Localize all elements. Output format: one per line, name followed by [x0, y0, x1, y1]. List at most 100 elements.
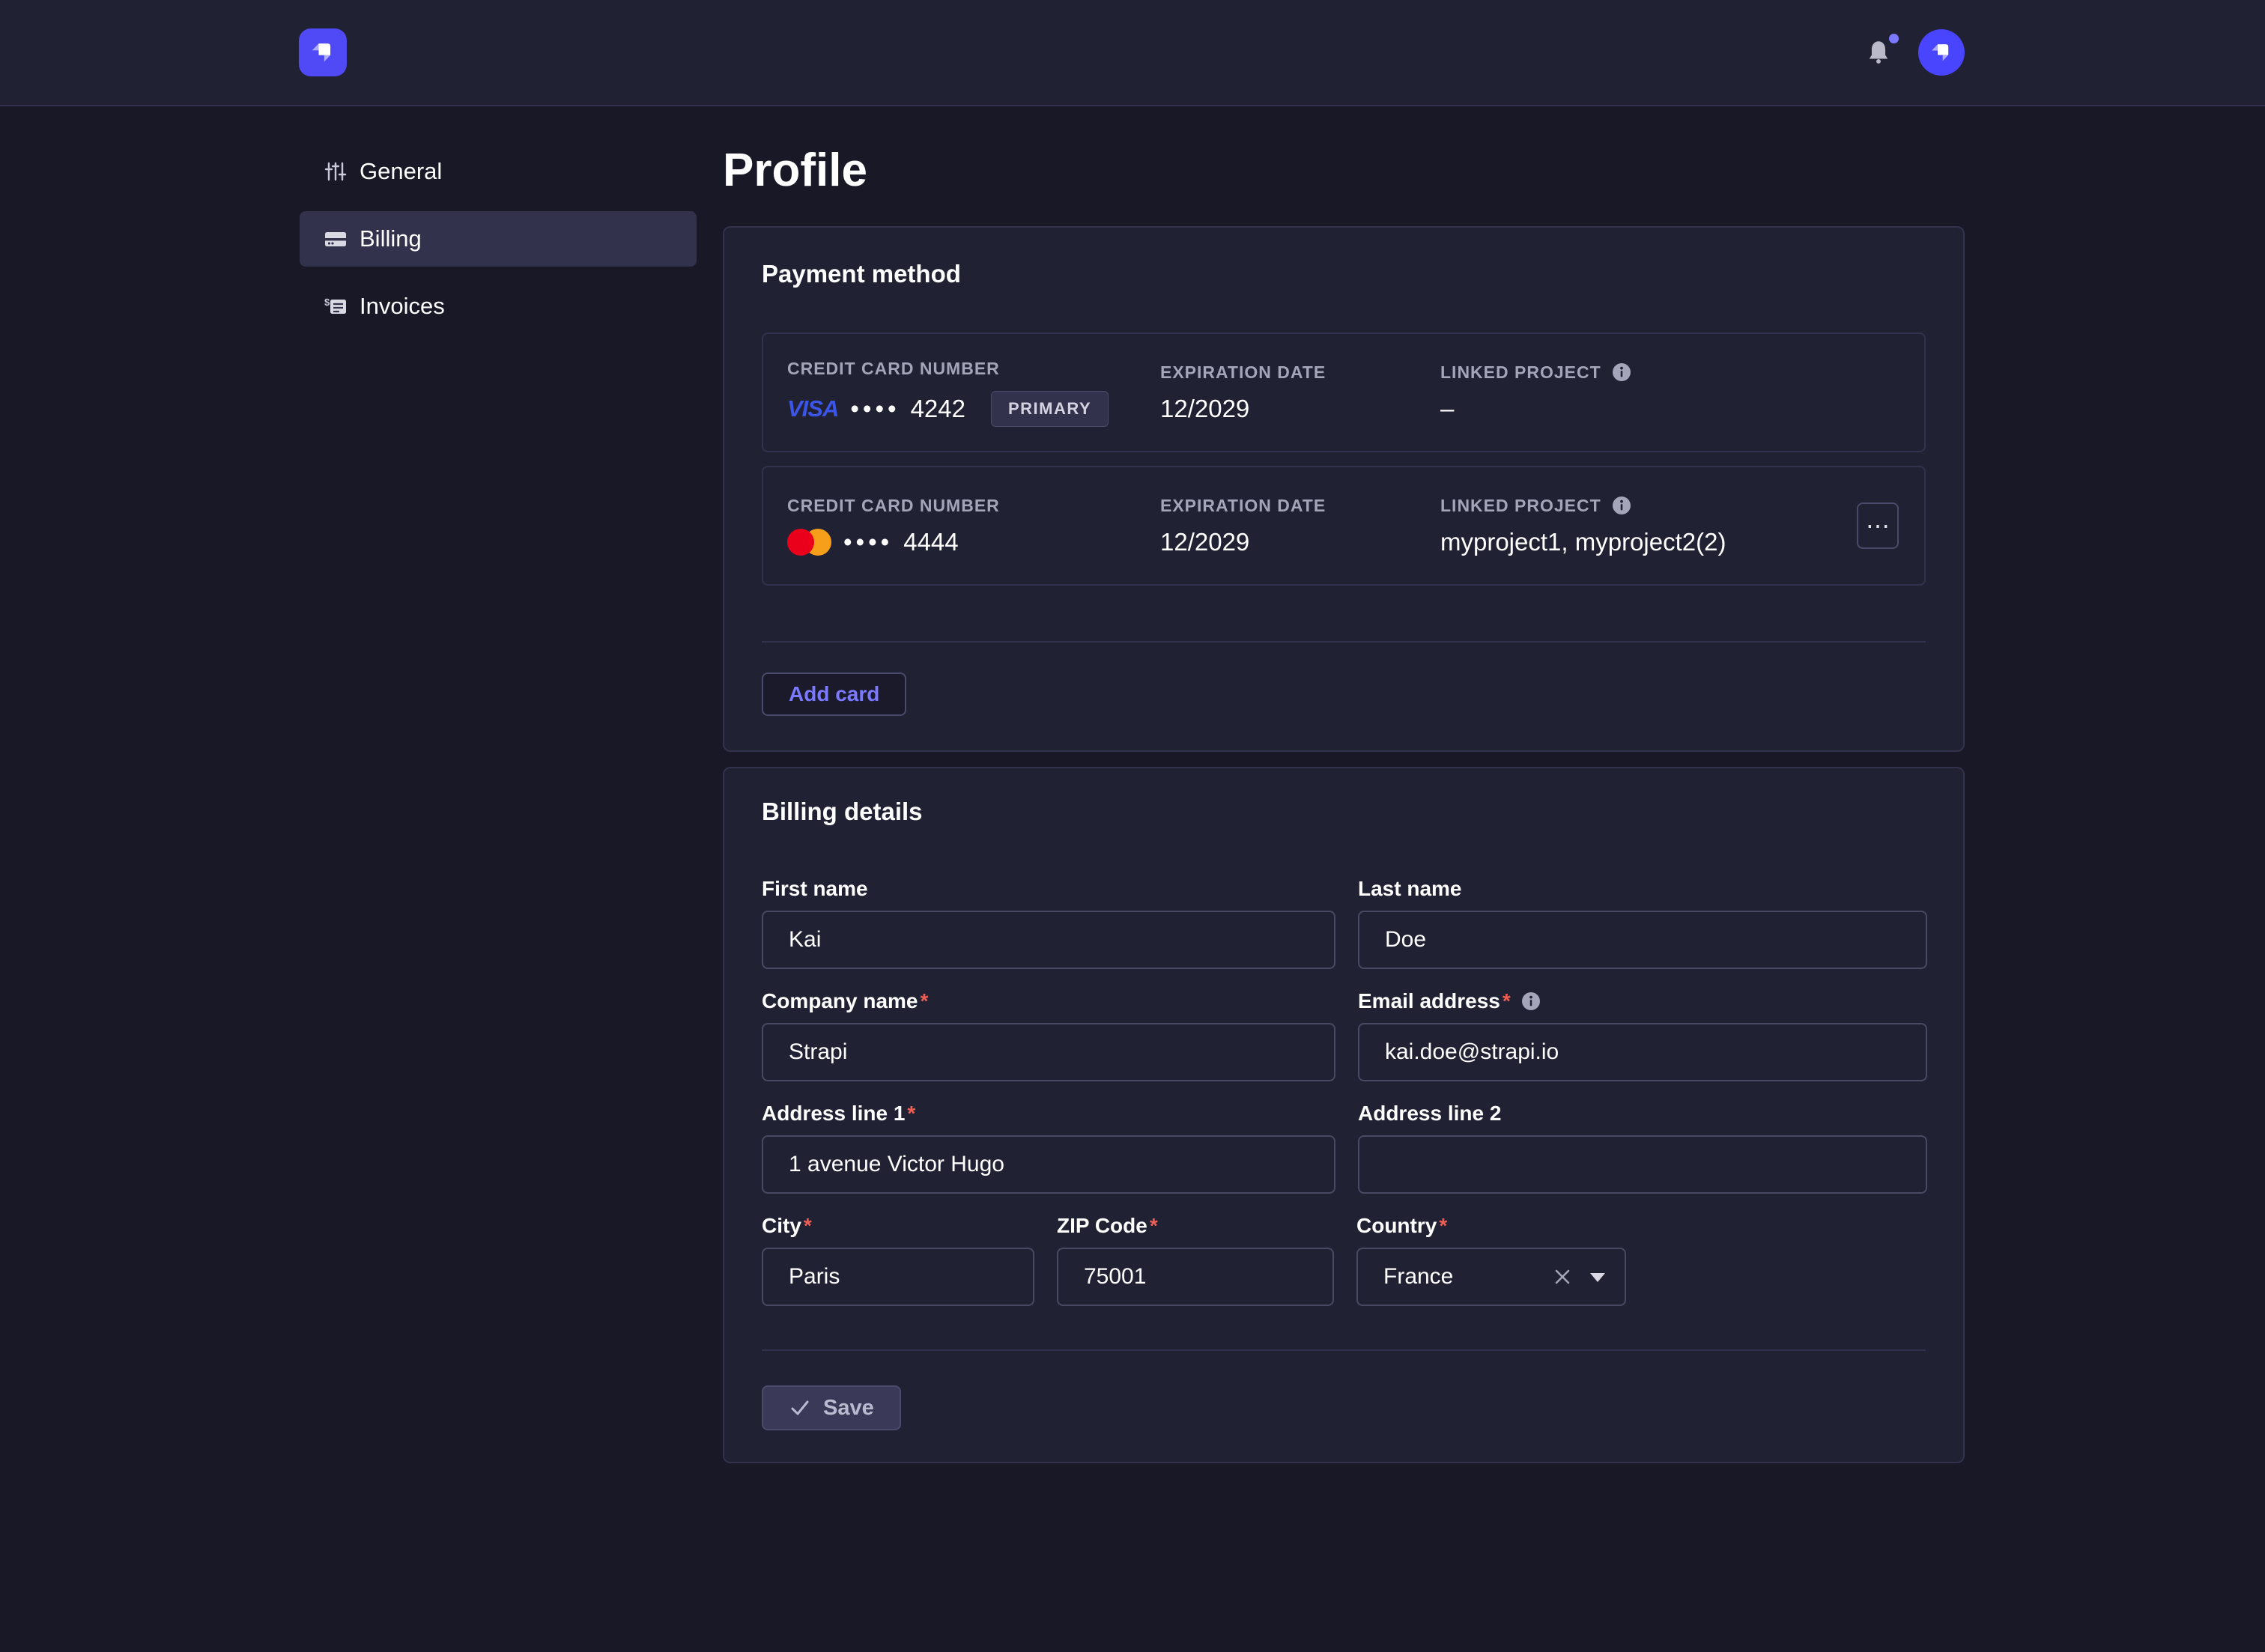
sidebar-item-general[interactable]: General [300, 144, 697, 199]
last-name-input[interactable] [1358, 911, 1927, 969]
notification-dot [1889, 34, 1899, 43]
label-text: First name [762, 878, 868, 900]
payment-method-title: Payment method [762, 261, 1926, 288]
chevron-down-icon[interactable] [1589, 1272, 1607, 1284]
expiration-cell: EXPIRATION DATE 12/2029 [1160, 496, 1440, 556]
card-last4: 4242 [911, 395, 965, 423]
linked-project-value: myproject1, myproject2(2) [1440, 528, 1855, 556]
required-asterisk: * [907, 1102, 915, 1125]
payment-cards-list: CREDIT CARD NUMBER VISA •••• 4242 PRIMAR… [762, 332, 1926, 586]
topbar-actions [1866, 29, 1965, 76]
sliders-icon [324, 160, 348, 183]
address-line-2-label: Address line 2 [1358, 1102, 1927, 1125]
save-button-label: Save [823, 1396, 874, 1421]
billing-details-card: Billing details First name Last name Com… [723, 767, 1965, 1463]
city-input[interactable] [762, 1248, 1034, 1306]
card-more-actions-button[interactable]: ⋯ [1857, 502, 1899, 549]
address-line-2-input[interactable] [1358, 1135, 1927, 1194]
label-text: Last name [1358, 878, 1462, 900]
top-bar [0, 0, 2265, 106]
expiration-cell: EXPIRATION DATE 12/2029 [1160, 362, 1440, 423]
billing-form: First name Last name Company name * [762, 878, 1926, 1306]
email-field-group: Email address * [1358, 990, 1927, 1081]
country-select[interactable] [1356, 1248, 1626, 1306]
add-card-button[interactable]: Add card [762, 672, 906, 716]
linked-project-label: LINKED PROJECT [1440, 496, 1855, 516]
sidebar-item-label: Invoices [360, 293, 445, 320]
masked-digits: •••• [850, 395, 900, 423]
sidebar-item-billing[interactable]: Billing [300, 211, 697, 267]
linked-project-value: – [1440, 395, 1855, 423]
credit-card-row-mastercard: CREDIT CARD NUMBER •••• 4444 EXPIRATION … [762, 466, 1926, 586]
sidebar-item-label: Billing [360, 225, 422, 252]
address-line-1-label: Address line 1 * [762, 1102, 1335, 1125]
first-name-field-group: First name [762, 878, 1335, 969]
required-asterisk: * [1439, 1215, 1447, 1237]
last-name-label: Last name [1358, 878, 1927, 900]
address-line-1-input[interactable] [762, 1135, 1335, 1194]
credit-card-row-visa: CREDIT CARD NUMBER VISA •••• 4242 PRIMAR… [762, 332, 1926, 452]
label-text: City [762, 1215, 801, 1237]
label-text: Country [1356, 1215, 1437, 1237]
svg-text:$: $ [324, 297, 330, 308]
address1-field-group: Address line 1 * [762, 1102, 1335, 1194]
company-name-label: Company name * [762, 990, 1335, 1012]
info-icon[interactable] [1612, 362, 1631, 382]
zip-code-label: ZIP Code * [1057, 1215, 1334, 1237]
strapi-logomark-icon [306, 36, 339, 69]
user-avatar[interactable] [1918, 29, 1965, 76]
bell-icon [1866, 38, 1891, 67]
credit-card-number-label: CREDIT CARD NUMBER [787, 359, 1160, 379]
city-field-group: City * [762, 1215, 1034, 1306]
label-text: Address line 1 [762, 1102, 905, 1125]
linked-project-label: LINKED PROJECT [1440, 362, 1855, 383]
billing-details-title: Billing details [762, 798, 1926, 825]
clear-icon[interactable] [1553, 1267, 1572, 1287]
city-zip-country-row: City * ZIP Code * Country * [762, 1215, 1927, 1306]
zip-code-input[interactable] [1057, 1248, 1334, 1306]
required-asterisk: * [921, 990, 929, 1012]
credit-card-cell: CREDIT CARD NUMBER VISA •••• 4242 PRIMAR… [787, 359, 1160, 427]
country-select-value[interactable] [1356, 1248, 1626, 1306]
label-text: Company name [762, 990, 918, 1012]
info-icon[interactable] [1612, 496, 1631, 515]
sidebar-item-invoices[interactable]: $ Invoices [300, 279, 697, 334]
mastercard-logo [787, 529, 831, 556]
visa-logo: VISA [787, 395, 838, 422]
linked-project-cell: LINKED PROJECT myproject1, myproject2(2) [1440, 496, 1855, 556]
first-name-label: First name [762, 878, 1335, 900]
strapi-logo[interactable] [299, 28, 347, 76]
city-label: City * [762, 1215, 1034, 1237]
card-last4: 4444 [903, 528, 958, 556]
address2-field-group: Address line 2 [1358, 1102, 1927, 1194]
save-button[interactable]: Save [762, 1385, 901, 1430]
linked-project-cell: LINKED PROJECT – [1440, 362, 1855, 423]
expiration-date-label: EXPIRATION DATE [1160, 496, 1440, 516]
company-field-group: Company name * [762, 990, 1335, 1081]
last-name-field-group: Last name [1358, 878, 1927, 969]
country-field-group: Country * [1356, 1215, 1626, 1306]
sidebar-item-label: General [360, 158, 442, 185]
required-asterisk: * [804, 1215, 812, 1237]
required-asterisk: * [1150, 1215, 1158, 1237]
country-label: Country * [1356, 1215, 1626, 1237]
label-text: ZIP Code [1057, 1215, 1147, 1237]
credit-card-cell: CREDIT CARD NUMBER •••• 4444 [787, 496, 1160, 556]
strapi-logomark-icon [1926, 37, 1956, 67]
main-content: Profile Payment method CREDIT CARD NUMBE… [723, 106, 1965, 1463]
masked-digits: •••• [843, 528, 893, 556]
expiration-date-value: 12/2029 [1160, 528, 1440, 556]
credit-card-icon [324, 227, 348, 251]
company-name-input[interactable] [762, 1023, 1335, 1081]
email-address-label: Email address * [1358, 990, 1927, 1012]
first-name-input[interactable] [762, 911, 1335, 969]
label-text: Email address [1358, 990, 1500, 1012]
check-icon [789, 1397, 811, 1419]
section-divider [762, 641, 1926, 643]
primary-badge: PRIMARY [991, 391, 1109, 427]
info-icon[interactable] [1521, 991, 1541, 1011]
expiration-date-label: EXPIRATION DATE [1160, 362, 1440, 383]
email-address-input[interactable] [1358, 1023, 1927, 1081]
notifications-button[interactable] [1866, 38, 1893, 67]
invoice-icon: $ [324, 294, 348, 318]
